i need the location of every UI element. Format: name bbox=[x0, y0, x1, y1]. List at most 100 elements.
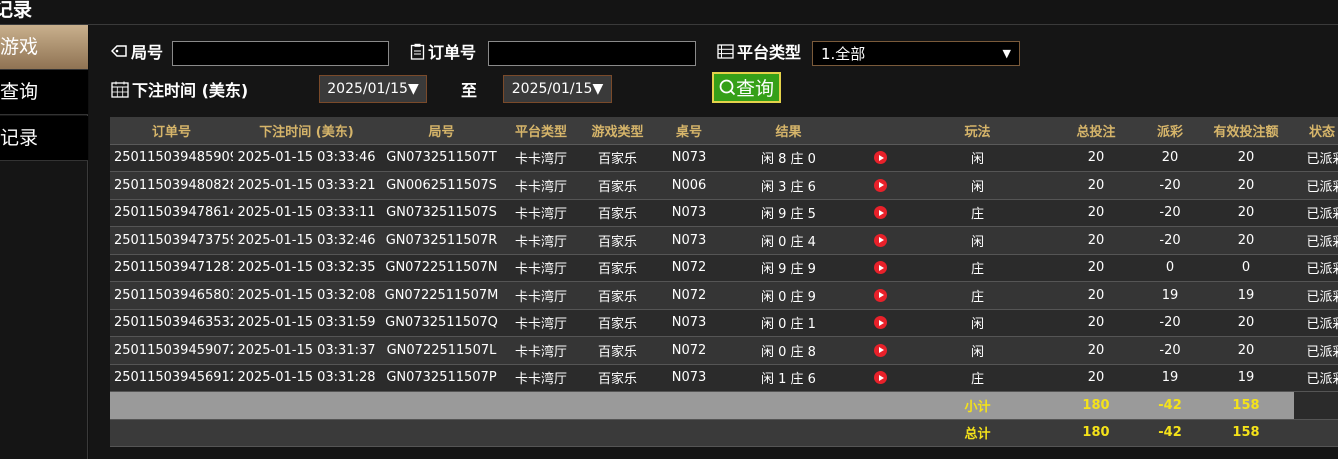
sidebar-item-game[interactable]: 游戏 bbox=[0, 25, 88, 70]
cell-platform: 卡卡湾厅 bbox=[503, 364, 579, 392]
subtotal-row-blank bbox=[380, 391, 503, 420]
sidebar-item-query[interactable]: 查询 bbox=[0, 70, 88, 115]
cell-order-no: 250115039473759 bbox=[110, 226, 233, 255]
cell-total-bet: 20 bbox=[1050, 364, 1142, 392]
play-icon[interactable] bbox=[873, 371, 887, 385]
cell-table-no: N073 bbox=[656, 309, 722, 337]
order-input[interactable] bbox=[488, 41, 696, 66]
top-bar: 记录 bbox=[0, 0, 1338, 25]
cell-replay bbox=[855, 226, 905, 255]
cell-table-no: N073 bbox=[656, 226, 722, 255]
search-icon bbox=[719, 79, 736, 96]
date-to-select[interactable]: 2025/01/15 ▼ bbox=[503, 75, 612, 103]
col-game-type[interactable]: 游戏类型 bbox=[579, 117, 656, 145]
play-icon[interactable] bbox=[873, 343, 887, 357]
order-label-text: 订单号 bbox=[428, 43, 477, 62]
play-icon[interactable] bbox=[873, 261, 887, 275]
round-input[interactable] bbox=[172, 41, 389, 66]
subtotal-row: 小计 180 -42 158 bbox=[110, 391, 1338, 420]
cell-valid-bet: 20 bbox=[1198, 171, 1294, 200]
play-icon[interactable] bbox=[873, 178, 887, 192]
total-row-payout: -42 bbox=[1142, 419, 1198, 447]
col-bet-time[interactable]: 下注时间 (美东) bbox=[233, 117, 380, 145]
cell-total-bet: 20 bbox=[1050, 309, 1142, 337]
clipboard-icon bbox=[410, 43, 425, 60]
col-result[interactable]: 结果 bbox=[722, 117, 855, 145]
cell-play-type: 庄 bbox=[905, 281, 1050, 310]
cell-payout: -20 bbox=[1142, 336, 1198, 365]
subtotal-row-blank bbox=[233, 391, 380, 420]
cell-total-bet: 20 bbox=[1050, 226, 1142, 255]
cell-play-type: 庄 bbox=[905, 199, 1050, 227]
cell-table-no: N073 bbox=[656, 199, 722, 227]
cell-payout: 0 bbox=[1142, 254, 1198, 282]
cell-result: 闲 0 庄 4 bbox=[722, 226, 855, 255]
cell-table-no: N072 bbox=[656, 336, 722, 365]
table-row: 250115039471281 2025-01-15 03:32:35 GN0722… bbox=[110, 254, 1338, 282]
chevron-down-icon: ▼ bbox=[407, 81, 419, 97]
cell-valid-bet: 19 bbox=[1198, 364, 1294, 392]
cell-play-type: 闲 bbox=[905, 144, 1050, 172]
cell-result: 闲 9 庄 5 bbox=[722, 199, 855, 227]
cell-bet-time: 2025-01-15 03:32:35 bbox=[233, 254, 380, 282]
cell-round-no: GN0732511507R bbox=[380, 226, 503, 255]
cell-valid-bet: 20 bbox=[1198, 336, 1294, 365]
cell-game-type: 百家乐 bbox=[579, 336, 656, 365]
col-play-type[interactable]: 玩法 bbox=[905, 117, 1050, 145]
sidebar-item-label: 记录 bbox=[0, 127, 39, 149]
total-row-blank bbox=[855, 419, 905, 447]
cell-result: 闲 8 庄 0 bbox=[722, 144, 855, 172]
cell-table-no: N073 bbox=[656, 364, 722, 392]
col-payout[interactable]: 派彩 bbox=[1142, 117, 1198, 145]
cell-game-type: 百家乐 bbox=[579, 364, 656, 392]
cell-platform: 卡卡湾厅 bbox=[503, 226, 579, 255]
col-total-bet[interactable]: 总投注 bbox=[1050, 117, 1142, 145]
col-status[interactable]: 状态 bbox=[1294, 117, 1338, 145]
total-row-blank bbox=[110, 419, 233, 447]
table-row: 250115039459072 2025-01-15 03:31:37 GN0722… bbox=[110, 336, 1338, 365]
cell-platform: 卡卡湾厅 bbox=[503, 144, 579, 172]
col-order-no[interactable]: 订单号 bbox=[110, 117, 233, 145]
total-row-blank bbox=[579, 419, 656, 447]
col-platform[interactable]: 平台类型 bbox=[503, 117, 579, 145]
total-row-blank bbox=[233, 419, 380, 447]
cell-bet-time: 2025-01-15 03:33:21 bbox=[233, 171, 380, 200]
sidebar-item-records[interactable]: 记录 bbox=[0, 116, 88, 161]
play-icon[interactable] bbox=[873, 316, 887, 330]
col-valid-bet[interactable]: 有效投注额 bbox=[1198, 117, 1294, 145]
platform-select[interactable]: 1.全部 ▼ bbox=[812, 41, 1020, 66]
play-icon[interactable] bbox=[873, 233, 887, 247]
chevron-down-icon: ▼ bbox=[1002, 47, 1011, 60]
cell-result: 闲 3 庄 6 bbox=[722, 171, 855, 200]
sidebar: 游戏 查询 记录 bbox=[0, 25, 88, 459]
subtotal-row-total-bet: 180 bbox=[1050, 391, 1142, 420]
cell-round-no: GN0722511507L bbox=[380, 336, 503, 365]
date-from-select[interactable]: 2025/01/15 ▼ bbox=[319, 75, 427, 103]
chevron-down-icon: ▼ bbox=[592, 81, 604, 97]
sidebar-item-label: 游戏 bbox=[0, 36, 39, 58]
time-filter-label: 下注时间 (美东) bbox=[111, 77, 248, 101]
query-button[interactable]: 查询 bbox=[712, 72, 781, 103]
total-row-blank bbox=[503, 419, 579, 447]
col-table-no[interactable]: 桌号 bbox=[656, 117, 722, 145]
calendar-icon bbox=[111, 81, 129, 98]
cell-valid-bet: 0 bbox=[1198, 254, 1294, 282]
cell-order-no: 250115039485909 bbox=[110, 144, 233, 172]
cell-payout: 19 bbox=[1142, 281, 1198, 310]
cell-payout: 19 bbox=[1142, 364, 1198, 392]
cell-play-type: 庄 bbox=[905, 364, 1050, 392]
col-round-no[interactable]: 局号 bbox=[380, 117, 503, 145]
cell-round-no: GN0732511507S bbox=[380, 199, 503, 227]
subtotal-row-blank bbox=[656, 391, 722, 420]
cell-status: 已派彩 bbox=[1294, 199, 1338, 227]
round-filter-label: 局号 bbox=[111, 39, 163, 63]
cell-round-no: GN0732511507Q bbox=[380, 309, 503, 337]
table-row: 250115039480828 2025-01-15 03:33:21 GN0062… bbox=[110, 171, 1338, 200]
subtotal-row-blank bbox=[110, 391, 233, 420]
play-icon[interactable] bbox=[873, 206, 887, 220]
cell-platform: 卡卡湾厅 bbox=[503, 309, 579, 337]
cell-replay bbox=[855, 254, 905, 282]
cell-game-type: 百家乐 bbox=[579, 171, 656, 200]
play-icon[interactable] bbox=[873, 288, 887, 302]
play-icon[interactable] bbox=[873, 151, 887, 165]
